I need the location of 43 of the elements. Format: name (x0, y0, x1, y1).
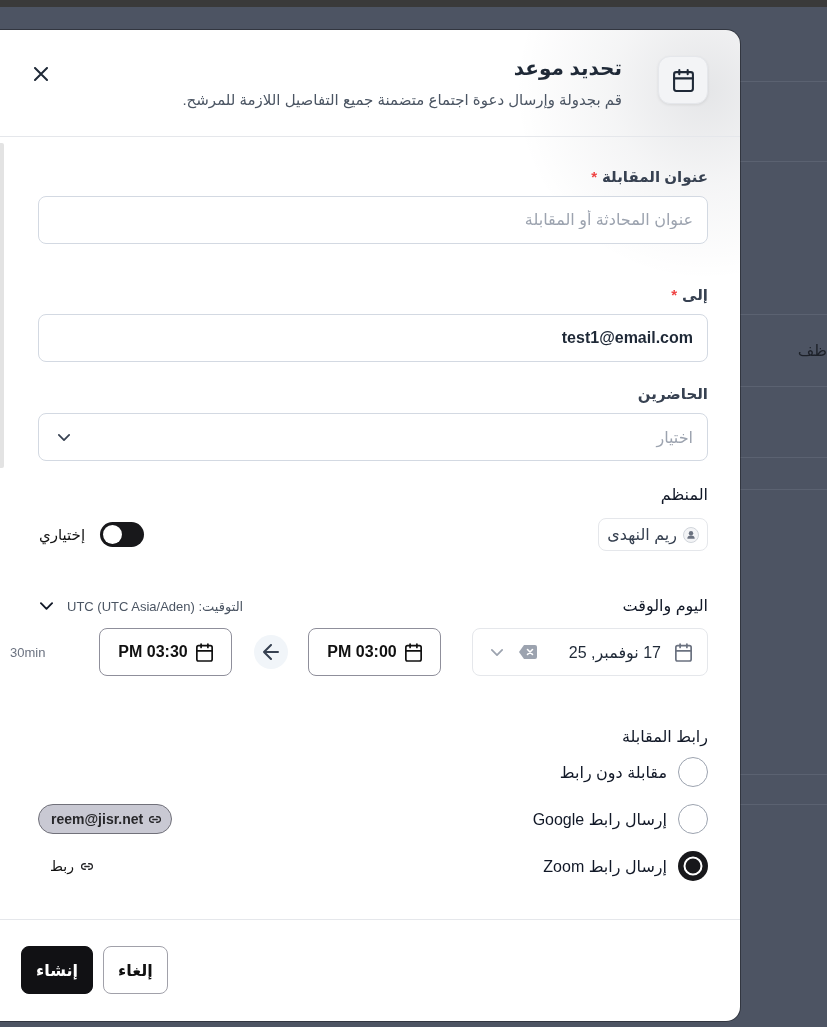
required-mark: * (591, 167, 597, 187)
option-label: إرسال رابط Zoom (543, 856, 667, 876)
calendar-icon (195, 642, 213, 662)
close-icon[interactable] (34, 67, 48, 81)
option-label: مقابلة دون رابط (559, 762, 667, 782)
cancel-button[interactable]: إلغاء (102, 946, 168, 994)
field-label: الحاضرين (637, 384, 708, 404)
arrow-left-icon (254, 635, 288, 669)
dialog-subtitle: قم بجدولة وإرسال دعوة اجتماع متضمنة جميع التفاصيل اللازمة للمرشح. (182, 90, 622, 111)
radio-button[interactable] (678, 851, 708, 881)
link-icon (80, 862, 93, 870)
section-label: اليوم والوقت (622, 596, 708, 616)
create-button[interactable]: إنشاء (21, 946, 93, 994)
chevron-down-icon (58, 433, 70, 441)
duration-text: 30min (10, 644, 46, 660)
date-field[interactable]: 17 نوفمبر, 25 (472, 628, 708, 676)
option-label: إرسال رابط Google (532, 809, 667, 829)
timezone-select[interactable]: التوقيت: UTC (UTC Asia/Aden) (40, 598, 244, 614)
radio-button[interactable] (678, 757, 708, 787)
calendar-icon (658, 56, 708, 104)
link-icon (149, 815, 162, 823)
background-text: ظف (797, 340, 827, 361)
calendar-icon (404, 642, 422, 662)
account-chip[interactable]: reem@jisr.net (38, 804, 173, 834)
toggle-label: إختياري (39, 525, 86, 544)
time-field[interactable]: PM 03:00 (308, 628, 441, 676)
field-label: عنوان المقابلة (602, 167, 708, 187)
organizer-label: المنظم (660, 485, 708, 505)
user-icon (683, 526, 699, 543)
clear-icon[interactable] (519, 645, 537, 659)
toggle-switch[interactable] (100, 522, 145, 547)
section-label: رابط المقابلة (621, 727, 708, 747)
time-field[interactable]: PM 03:30 (99, 628, 232, 676)
calendar-icon (675, 642, 692, 662)
chevron-down-icon (491, 648, 503, 656)
required-mark: * (671, 285, 678, 305)
dialog-title: تحديد موعد (513, 56, 622, 81)
connect-button[interactable]: ربط (38, 854, 105, 878)
organizer-name: ريم النهدى (607, 525, 677, 544)
input-field[interactable]: test1@email.com (38, 314, 708, 362)
chevron-down-icon (40, 602, 53, 610)
radio-button[interactable] (678, 804, 708, 834)
field-label: إلى (682, 285, 708, 305)
